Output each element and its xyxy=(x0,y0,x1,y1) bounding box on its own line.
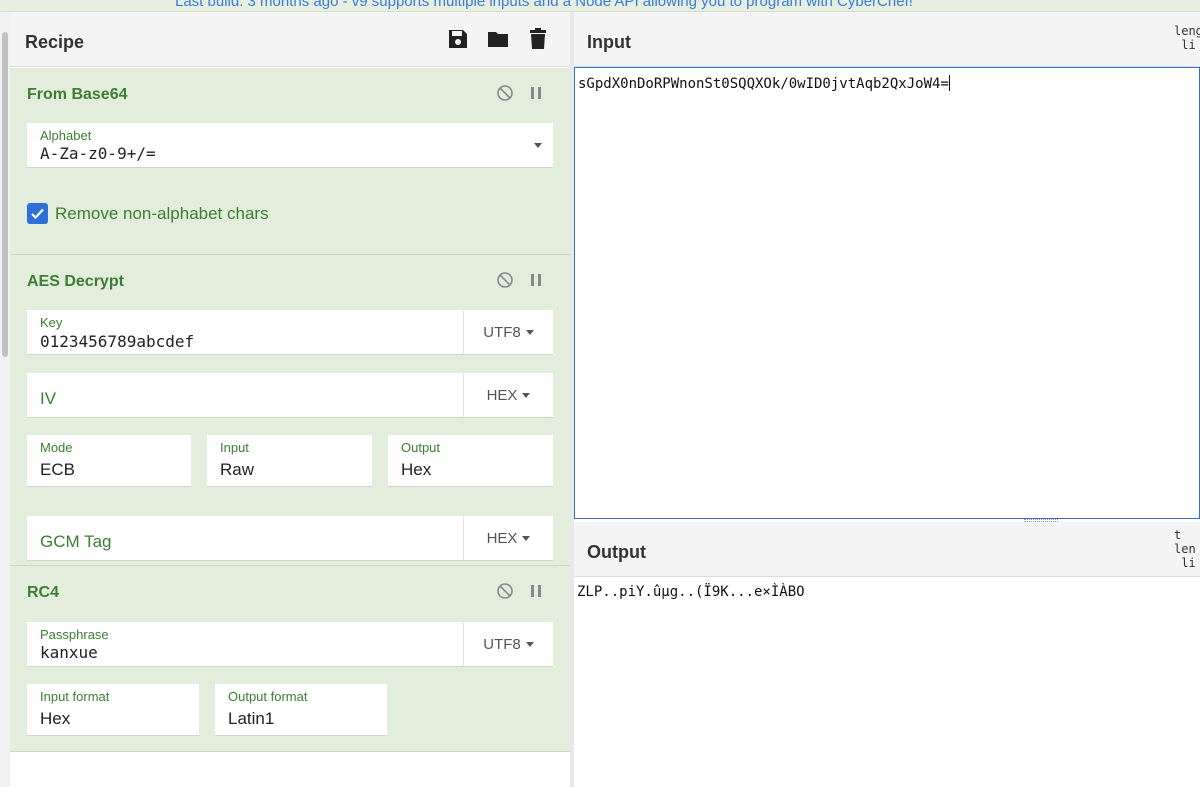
input-textarea[interactable]: sGpdX0nDoRPWnonSt0SQQXOk/0wID0jvtAqb2QxJ… xyxy=(574,67,1200,519)
recipe-scrollbar[interactable] xyxy=(0,12,10,787)
output-stats: t len li xyxy=(1174,528,1196,570)
input-format-select[interactable]: Input format Hex xyxy=(27,684,199,736)
key-format-dropdown[interactable]: UTF8 xyxy=(463,310,553,354)
field-value: A-Za-z0-9+/= xyxy=(40,144,156,163)
field-label: Output xyxy=(401,440,441,455)
dropdown-label: HEX xyxy=(486,529,518,547)
field-value: ECB xyxy=(40,460,75,479)
field-value: Hex xyxy=(401,460,432,479)
banner-text[interactable]: Last build: 3 months ago - v9 supports m… xyxy=(175,0,913,10)
dropdown-label: UTF8 xyxy=(483,323,521,341)
field-placeholder: IV xyxy=(40,389,57,408)
checkmark-icon xyxy=(31,208,44,220)
chevron-down-icon xyxy=(522,535,531,541)
operation-title: RC4 xyxy=(27,584,60,601)
passphrase-format-dropdown[interactable]: UTF8 xyxy=(463,622,553,666)
remove-nonalphabet-checkbox[interactable] xyxy=(27,203,48,224)
chevron-down-icon xyxy=(522,392,531,398)
input-stats: leng li xyxy=(1174,24,1200,52)
dropdown-label: UTF8 xyxy=(483,635,521,653)
recipe-panel: Recipe From Base64 Alphabet A-Za-z0-9+/=… xyxy=(10,12,570,787)
gcm-format-dropdown[interactable]: HEX xyxy=(463,516,553,560)
operation-rc4: RC4 Passphrase kanxue UTF8 Input format … xyxy=(10,566,570,752)
output-title: Output xyxy=(587,542,646,562)
output-type-select[interactable]: Output Hex xyxy=(388,435,553,487)
input-type-select[interactable]: Input Raw xyxy=(207,435,372,487)
field-label: Input format xyxy=(40,689,110,704)
gcm-tag-field[interactable]: GCM Tag HEX xyxy=(27,516,553,561)
pause-icon[interactable] xyxy=(527,271,545,289)
operation-from-base64: From Base64 Alphabet A-Za-z0-9+/= Remove… xyxy=(10,68,570,255)
field-label: Key xyxy=(40,315,63,330)
field-value: Latin1 xyxy=(228,709,275,728)
chevron-down-icon xyxy=(525,641,534,647)
pause-icon[interactable] xyxy=(527,582,545,600)
iv-format-dropdown[interactable]: HEX xyxy=(463,373,553,417)
operation-title: AES Decrypt xyxy=(27,273,124,290)
field-value[interactable]: 0123456789abcdef xyxy=(40,332,194,351)
output-textarea[interactable]: ZLP..piY.ûµg..(Ï9K...e×ÌÀBO xyxy=(574,577,1200,787)
input-title: Input xyxy=(587,32,631,52)
alphabet-select[interactable]: Alphabet A-Za-z0-9+/= xyxy=(27,123,553,168)
field-label: Alphabet xyxy=(40,128,92,143)
field-value: Hex xyxy=(40,709,71,728)
field-label: Mode xyxy=(40,440,73,455)
trash-icon[interactable] xyxy=(526,27,550,51)
top-banner: Last build: 3 months ago - v9 supports m… xyxy=(0,0,1200,12)
iv-field[interactable]: IV HEX xyxy=(27,373,553,418)
output-header: Output t len li xyxy=(574,522,1200,577)
passphrase-field[interactable]: Passphrase kanxue UTF8 xyxy=(27,622,553,667)
recipe-header: Recipe xyxy=(10,12,570,67)
output-format-select[interactable]: Output format Latin1 xyxy=(215,684,387,736)
mode-select[interactable]: Mode ECB xyxy=(27,435,191,487)
save-icon[interactable] xyxy=(446,27,470,51)
folder-icon[interactable] xyxy=(486,27,510,51)
recipe-title: Recipe xyxy=(25,32,85,52)
operation-aes-decrypt: AES Decrypt Key 0123456789abcdef UTF8 IV… xyxy=(10,255,570,566)
text-cursor xyxy=(948,75,950,91)
field-value: Raw xyxy=(220,460,255,479)
output-text: ZLP..piY.ûµg..(Ï9K...e×ÌÀBO xyxy=(577,584,805,600)
field-placeholder: GCM Tag xyxy=(40,532,112,551)
field-label: Output format xyxy=(228,689,308,704)
disable-icon[interactable] xyxy=(496,271,514,289)
disable-icon[interactable] xyxy=(496,582,514,600)
chevron-down-icon xyxy=(525,329,534,335)
input-text: sGpdX0nDoRPWnonSt0SQQXOk/0wID0jvtAqb2QxJ… xyxy=(578,76,949,92)
remove-nonalphabet-label[interactable]: Remove non-alphabet chars xyxy=(55,204,269,224)
disable-icon[interactable] xyxy=(496,84,514,102)
field-label: Input xyxy=(220,440,249,455)
operation-title: From Base64 xyxy=(27,86,128,103)
recipe-scrollbar-thumb[interactable] xyxy=(2,32,8,357)
field-label: Passphrase xyxy=(40,627,109,642)
key-field[interactable]: Key 0123456789abcdef UTF8 xyxy=(27,310,553,355)
field-value[interactable]: kanxue xyxy=(40,643,98,662)
chevron-down-icon[interactable] xyxy=(517,123,553,167)
input-header: Input leng li xyxy=(574,12,1200,67)
pause-icon[interactable] xyxy=(527,84,545,102)
dropdown-label: HEX xyxy=(486,386,518,404)
